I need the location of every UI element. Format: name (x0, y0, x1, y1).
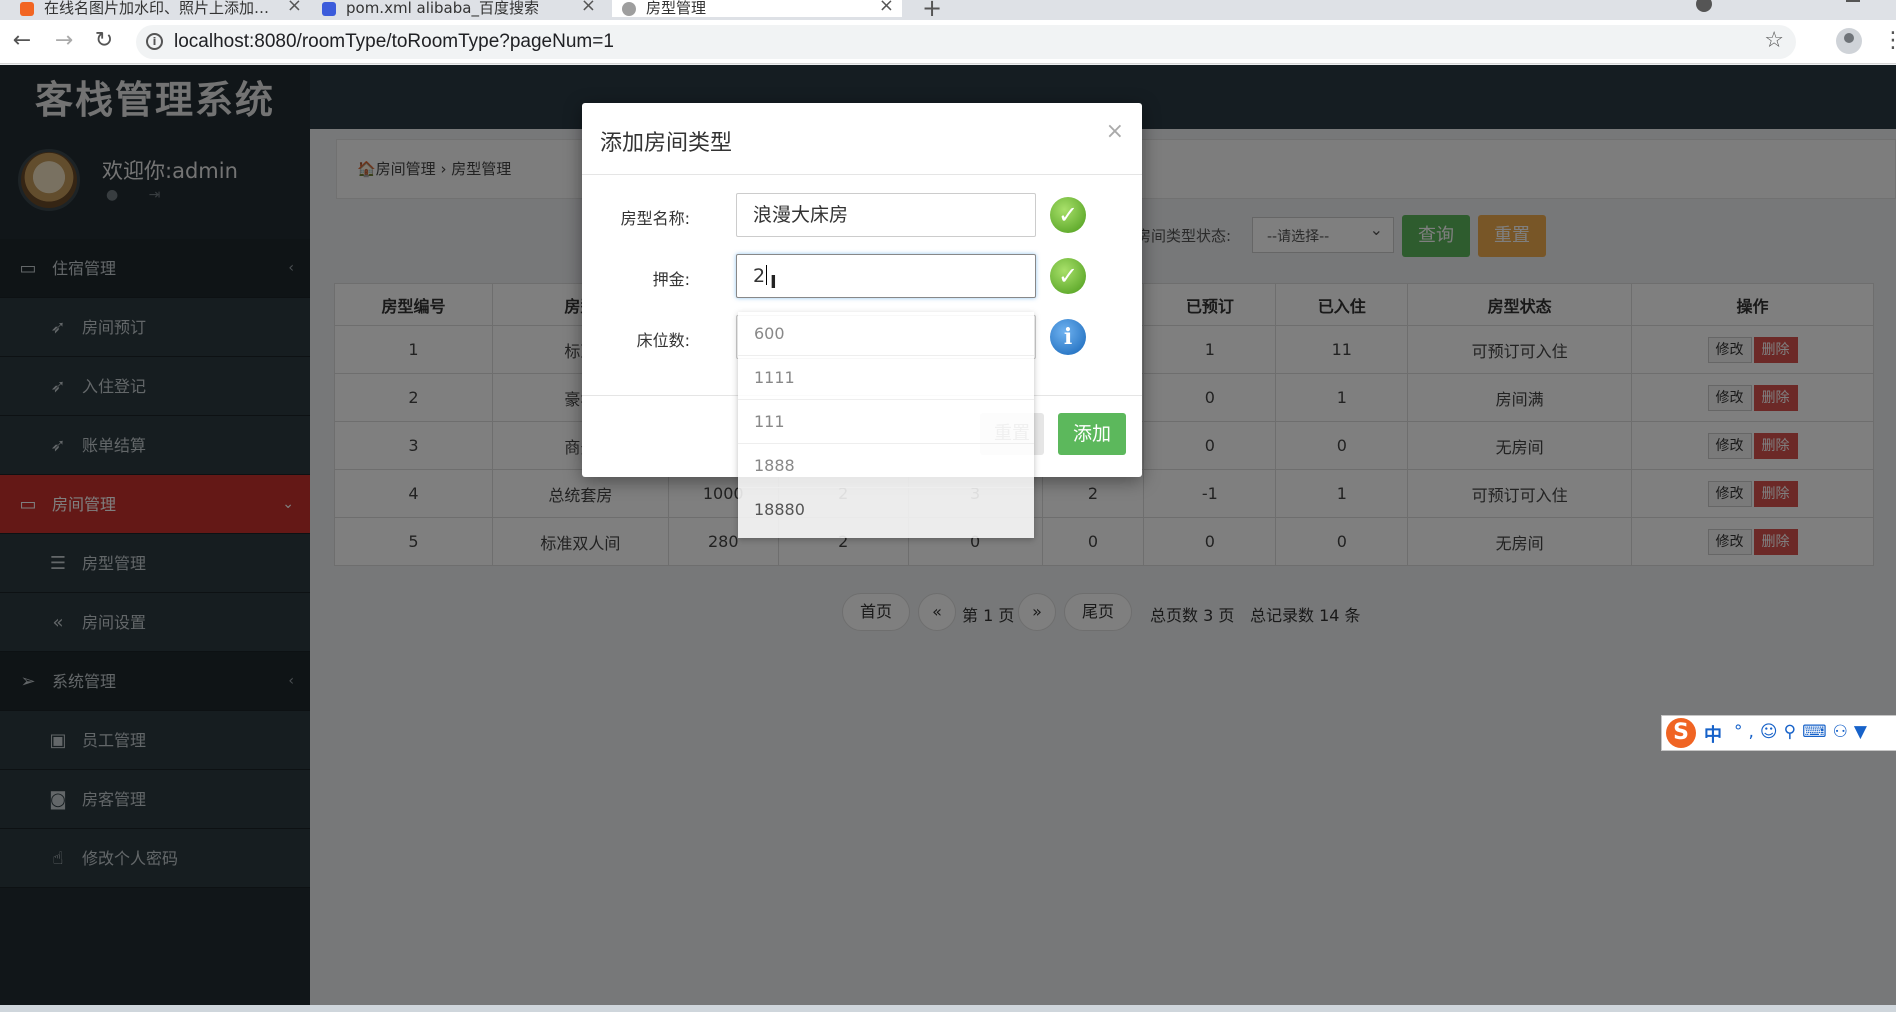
deposit-value: 2 (753, 265, 766, 287)
close-tab-icon[interactable]: × (879, 0, 894, 16)
taskbar-strip (0, 1005, 1896, 1012)
browser-tabbar: 在线名图片加水印、照片上添加… × pom.xml alibaba_百度搜索 ×… (0, 0, 1896, 20)
new-tab-icon[interactable]: + (922, 0, 942, 20)
autocomplete-option[interactable]: 600 (738, 312, 1034, 356)
account-circle-icon[interactable] (1696, 0, 1712, 12)
address-bar[interactable]: i localhost:8080/roomType/toRoomType?pag… (136, 25, 1796, 59)
maximize-icon[interactable] (1846, 0, 1860, 2)
deposit-input[interactable]: 2 (736, 254, 1036, 298)
forward-arrow-icon[interactable]: → (50, 28, 78, 53)
dialog-title: 添加房间类型 (600, 131, 733, 156)
autocomplete-option[interactable]: 18880 (738, 488, 1034, 532)
ime-toolbar: S 中 °,☺⚲⌨⚇▼ (1661, 715, 1896, 751)
field-label: 房型名称: (620, 209, 690, 228)
close-icon[interactable]: × (1106, 119, 1124, 144)
dialog-header: 添加房间类型 × (582, 103, 1142, 175)
field-label: 床位数: (636, 331, 690, 350)
window-controls (1676, 0, 1896, 16)
deposit-row: 押金: 2 ✓ (582, 254, 1142, 300)
bookmark-star-icon[interactable]: ☆ (1764, 28, 1784, 53)
room-type-name-row: 房型名称: 浪漫大床房 ✓ (582, 193, 1142, 239)
text-cursor-icon: I (770, 272, 777, 293)
browser-tab-2[interactable]: pom.xml alibaba_百度搜索 × (322, 0, 604, 17)
browser-toolbar: ← → ↻ i localhost:8080/roomType/toRoomTy… (0, 20, 1896, 64)
info-icon: i (1050, 319, 1086, 355)
site-info-icon[interactable]: i (146, 33, 163, 50)
url-text[interactable]: localhost:8080/roomType/toRoomType?pageN… (174, 31, 614, 53)
text-caret (766, 265, 768, 285)
profile-avatar-icon[interactable] (1836, 28, 1862, 54)
tab-favicon-icon (20, 1, 34, 16)
browser-menu-icon[interactable]: ⋮ (1882, 28, 1896, 53)
reload-icon[interactable]: ↻ (90, 28, 118, 53)
valid-check-icon: ✓ (1050, 197, 1086, 233)
browser-tab-1[interactable]: 在线名图片加水印、照片上添加… × (20, 0, 310, 17)
autocomplete-option[interactable]: 111 (738, 400, 1034, 444)
autocomplete-dropdown: 600 1111 111 1888 18880 (738, 312, 1034, 538)
room-type-name-input[interactable]: 浪漫大床房 (736, 193, 1036, 237)
back-arrow-icon[interactable]: ← (8, 28, 36, 53)
close-tab-icon[interactable]: × (287, 0, 302, 16)
tab-favicon-icon (322, 1, 336, 16)
ime-mode-toggle[interactable]: 中 (1704, 721, 1722, 747)
browser-tab-3[interactable]: 房型管理 × (612, 0, 902, 17)
ime-tool-icons[interactable]: °,☺⚲⌨⚇▼ (1734, 722, 1873, 742)
close-tab-icon[interactable]: × (581, 0, 596, 16)
field-label: 押金: (652, 270, 690, 289)
autocomplete-option[interactable]: 1888 (738, 444, 1034, 488)
tab-favicon-icon (622, 1, 636, 16)
autocomplete-option[interactable]: 1111 (738, 356, 1034, 400)
add-button[interactable]: 添加 (1058, 413, 1126, 455)
sogou-logo-icon[interactable]: S (1666, 718, 1696, 748)
valid-check-icon: ✓ (1050, 258, 1086, 294)
